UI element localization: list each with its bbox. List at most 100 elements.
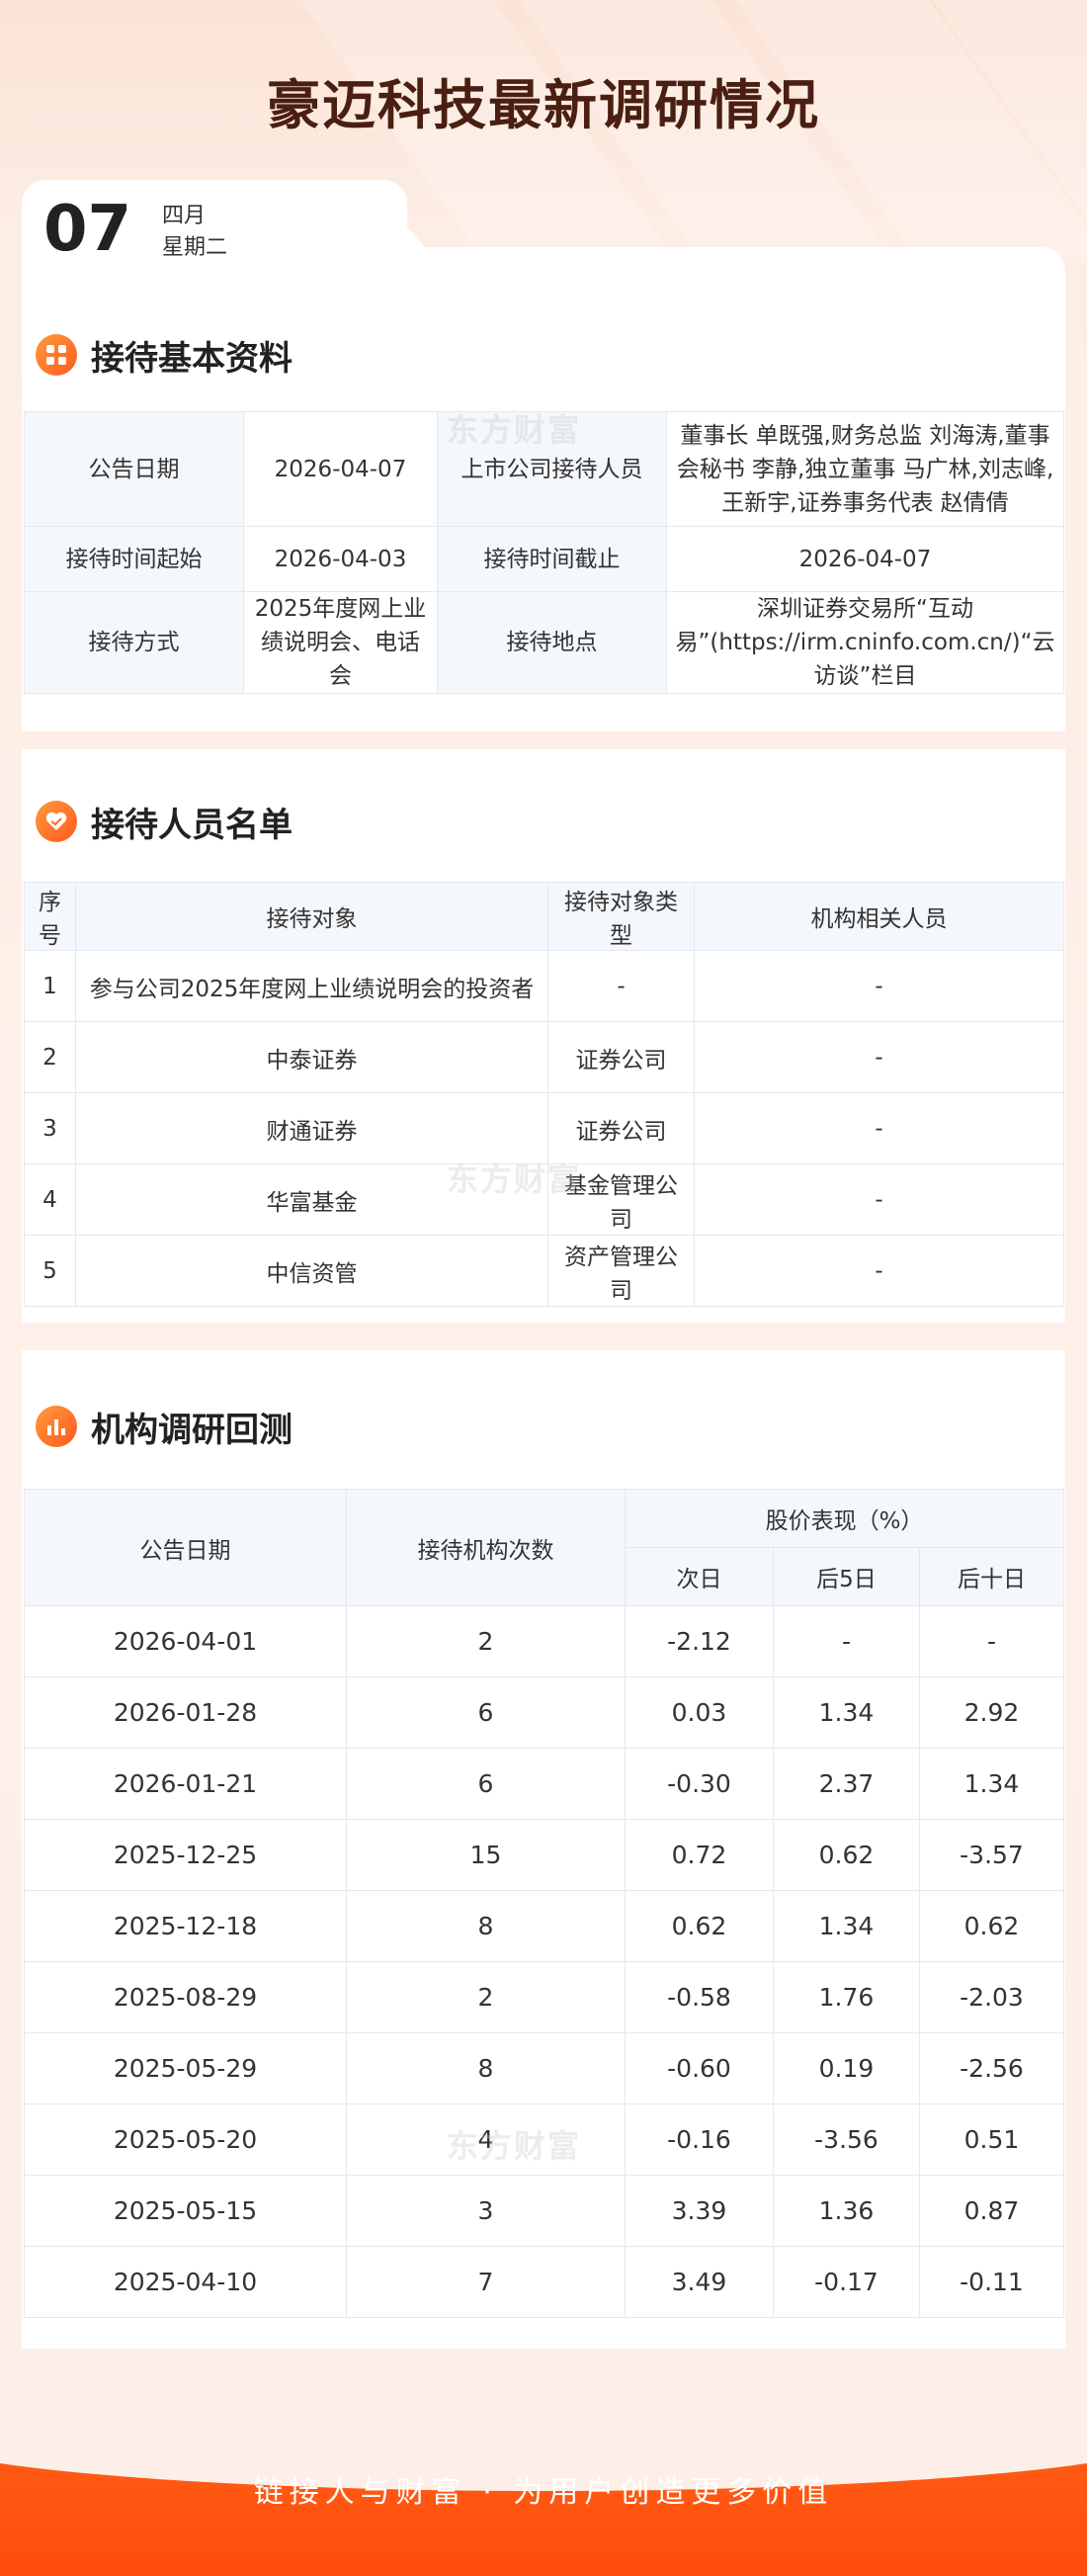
place-value: 深圳证券交易所“互动易”(https://irm.cninfo.com.cn/)… <box>666 591 1064 694</box>
table-row: 2025-05-15 3 3.39 1.36 0.87 <box>24 2175 1064 2247</box>
table-cell: 0.62 <box>773 1819 920 1891</box>
table-row: 2026-01-21 6 -0.30 2.37 1.34 <box>24 1748 1064 1820</box>
bar-chart-icon <box>36 1406 77 1447</box>
end-time-label: 接待时间截止 <box>437 526 667 592</box>
table-cell: 1 <box>24 950 76 1022</box>
receivers-value: 董事长 单既强,财务总监 刘海涛,董事会秘书 李静,独立董事 马广林,刘志峰,王… <box>666 411 1064 527</box>
col-header: 机构相关人员 <box>694 882 1064 951</box>
table-row: 1 参与公司2025年度网上业绩说明会的投资者 - - <box>24 950 1064 1022</box>
table-cell: 2025-12-25 <box>24 1819 347 1891</box>
table-cell: 资产管理公司 <box>547 1235 695 1307</box>
table-cell: -0.17 <box>773 2246 920 2318</box>
visitors-card: 接待人员名单 序号 接待对象 接待对象类型 机构相关人员 1 参与公司2025年度… <box>22 749 1065 1323</box>
section-title: 接待人员名单 <box>91 805 293 845</box>
page-title: 豪迈科技最新调研情况 <box>267 74 820 136</box>
table-cell: 0.87 <box>919 2175 1064 2247</box>
table-row: 2025-05-29 8 -0.60 0.19 -2.56 <box>24 2032 1064 2104</box>
table-cell: - <box>694 1021 1064 1093</box>
table-cell: 4 <box>24 1163 76 1236</box>
table-cell: - <box>919 1605 1064 1677</box>
table-row: 2 中泰证券 证券公司 - <box>24 1021 1064 1093</box>
table-cell: 15 <box>346 1819 626 1891</box>
table-cell: 6 <box>346 1748 626 1820</box>
table-cell: 2026-04-01 <box>24 1605 347 1677</box>
backtest-table: 公告日期 接待机构次数 股价表现（%） 次日 后5日 后十日 2026-04-0… <box>24 1489 1064 2318</box>
table-cell: - <box>694 950 1064 1022</box>
section-title: 接待基本资料 <box>91 338 293 379</box>
table-cell: -0.16 <box>625 2104 774 2176</box>
table-cell: 1.36 <box>773 2175 920 2247</box>
table-cell: -0.60 <box>625 2032 774 2104</box>
table-cell: 2026-01-21 <box>24 1748 347 1820</box>
table-cell: 证券公司 <box>547 1021 695 1093</box>
visitors-table: 序号 接待对象 接待对象类型 机构相关人员 1 参与公司2025年度网上业绩说明会… <box>24 882 1064 1307</box>
table-cell: 2025-08-29 <box>24 1961 347 2033</box>
table-row: 2026-04-01 2 -2.12- - <box>24 1605 1064 1677</box>
table-row: 2025-12-25 15 0.72 0.62 -3.57 <box>24 1819 1064 1891</box>
backtest-header: 机构调研回测 <box>36 1404 293 1450</box>
table-cell: 3.49 <box>625 2246 774 2318</box>
col-header: 接待对象类型 <box>547 882 695 951</box>
table-cell: 1.34 <box>773 1676 920 1749</box>
table-row: 2026-01-28 6 0.03 1.34 2.92 <box>24 1676 1064 1749</box>
table-cell: 2.92 <box>919 1676 1064 1749</box>
table-cell: -2.03 <box>919 1961 1064 2033</box>
date-day: 07 <box>43 193 132 266</box>
table-cell: 5 <box>24 1235 76 1307</box>
table-cell: 7 <box>346 2246 626 2318</box>
after10-header: 后十日 <box>919 1547 1064 1606</box>
count-header: 接待机构次数 <box>346 1489 626 1606</box>
table-cell: 2026-01-28 <box>24 1676 347 1749</box>
table-cell: -0.11 <box>919 2246 1064 2318</box>
table-cell: 3.39 <box>625 2175 774 2247</box>
basic-info-card: 接待基本资料 公告日期 2026-04-07 上市公司接待人员 董事长 单既强,… <box>22 247 1065 731</box>
table-cell: 2 <box>24 1021 76 1093</box>
table-cell: -2.12 <box>625 1605 774 1677</box>
basic-info-header: 接待基本资料 <box>36 332 293 379</box>
date-month: 四月 <box>162 204 207 228</box>
table-cell: 证券公司 <box>547 1092 695 1164</box>
table-cell: 2025-05-29 <box>24 2032 347 2104</box>
table-cell: - <box>773 1605 920 1677</box>
table-cell: -3.57 <box>919 1819 1064 1891</box>
watermark: 东方财富 <box>447 2127 582 2165</box>
basic-info-table: 公告日期 2026-04-07 上市公司接待人员 董事长 单既强,财务总监 刘海… <box>24 411 1064 694</box>
watermark: 东方财富 <box>447 1160 582 1198</box>
table-cell: 1.76 <box>773 1961 920 2033</box>
col-header: 序号 <box>24 882 76 951</box>
date-header: 公告日期 <box>24 1489 347 1606</box>
table-row: 5 中信资管 资产管理公司 - <box>24 1235 1064 1307</box>
table-cell: 参与公司2025年度网上业绩说明会的投资者 <box>75 950 548 1022</box>
method-label: 接待方式 <box>24 591 244 694</box>
table-cell: -0.30 <box>625 1748 774 1820</box>
table-cell: 6 <box>346 1676 626 1749</box>
table-cell: 1.34 <box>919 1748 1064 1820</box>
backtest-card: 机构调研回测 公告日期 接待机构次数 股价表现（%） 次日 后5日 后十日 20… <box>22 1350 1065 2349</box>
announce-date-value: 2026-04-07 <box>243 411 438 527</box>
table-cell: 1.34 <box>773 1890 920 1962</box>
end-time-value: 2026-04-07 <box>666 526 1064 592</box>
announce-date-label: 公告日期 <box>24 411 244 527</box>
footer-slogan: 链接人与财富 · 为用户创造更多价值 <box>253 2475 834 2510</box>
table-cell: -2.56 <box>919 2032 1064 2104</box>
table-cell: -0.58 <box>625 1961 774 2033</box>
table-cell: 0.62 <box>919 1890 1064 1962</box>
table-cell: 2025-05-20 <box>24 2104 347 2176</box>
table-cell: 2 <box>346 1605 626 1677</box>
section-title: 机构调研回测 <box>91 1410 293 1450</box>
method-value: 2025年度网上业绩说明会、电话会 <box>243 591 438 694</box>
place-label: 接待地点 <box>437 591 667 694</box>
table-row: 3 财通证券 证券公司 - <box>24 1092 1064 1164</box>
table-cell: - <box>694 1092 1064 1164</box>
visitors-rows: 1 参与公司2025年度网上业绩说明会的投资者 - -2 中泰证券 证券公司 -3 财通证券证… <box>24 950 1064 1307</box>
after5-header: 后5日 <box>773 1547 920 1606</box>
backtest-rows: 2026-04-01 2 -2.12- -2026-01-28 6 0.03 1.34 2.9… <box>24 1605 1064 2318</box>
table-cell: 中信资管 <box>75 1235 548 1307</box>
table-cell: -3.56 <box>773 2104 920 2176</box>
table-cell: 8 <box>346 1890 626 1962</box>
table-cell: 2 <box>346 1961 626 2033</box>
table-cell: 0.51 <box>919 2104 1064 2176</box>
start-time-label: 接待时间起始 <box>24 526 244 592</box>
col-header: 接待对象 <box>75 882 548 951</box>
table-cell: - <box>694 1235 1064 1307</box>
